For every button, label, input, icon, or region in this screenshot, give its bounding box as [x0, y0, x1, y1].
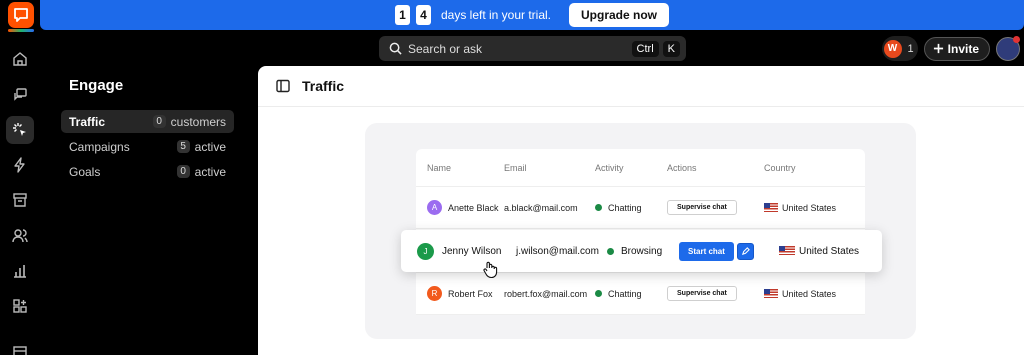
activity-cell: Browsing — [607, 246, 679, 257]
status-dot-icon — [595, 204, 602, 211]
visitor-name-cell: A Anette Black — [416, 200, 504, 215]
column-header-actions: Actions — [667, 162, 697, 173]
trial-days-digit: 4 — [415, 5, 431, 25]
search-placeholder: Search or ask — [408, 41, 483, 56]
sidebar-item-campaigns[interactable]: Campaigns 5 active — [61, 135, 234, 158]
page-title: Traffic — [302, 78, 345, 94]
visitor-name: Robert Fox — [448, 288, 493, 299]
visitor-name: Anette Black — [448, 202, 499, 213]
app-window: 1 4 days left in your trial. Upgrade now… — [0, 0, 1024, 355]
sidebar-item-goals[interactable]: Goals 0 active — [61, 160, 234, 183]
actions-cell: Supervise chat — [667, 286, 764, 301]
plus-icon — [933, 43, 943, 54]
country-name: United States — [799, 245, 860, 257]
country-cell: United States — [779, 246, 882, 257]
country-cell: United States — [764, 289, 865, 299]
activity-status: Browsing — [621, 245, 663, 257]
visitor-email: a.black@mail.com — [504, 202, 578, 213]
sidebar-item-suffix: active — [194, 139, 226, 154]
invite-button[interactable]: Invite — [923, 36, 990, 61]
upgrade-button[interactable]: Upgrade now — [569, 3, 670, 27]
visitor-name: Jenny Wilson — [442, 245, 502, 257]
shortcut-key-k: K — [662, 40, 680, 57]
panel-header: Traffic — [258, 66, 1024, 107]
archives-icon[interactable] — [6, 186, 34, 214]
table-row-highlighted[interactable]: J Jenny Wilson j.wilson@mail.com Browsin… — [401, 230, 882, 272]
search-icon — [389, 42, 402, 55]
sidebar-item-count: 5 — [176, 140, 190, 153]
shortcut-key-ctrl: Ctrl — [631, 40, 659, 57]
column-header-name: Name — [427, 162, 452, 173]
column-header-country: Country — [764, 162, 796, 173]
sidebar-item-suffix: active — [194, 164, 226, 179]
activity-cell: Chatting — [595, 289, 667, 299]
sidebar-item-label: Campaigns — [69, 139, 130, 154]
apps-icon[interactable] — [6, 292, 34, 320]
chats-icon[interactable] — [6, 81, 34, 109]
top-right-controls: W 1 Invite — [881, 35, 1020, 61]
notification-dot — [1013, 35, 1020, 43]
status-dot-icon — [607, 247, 614, 255]
avatar: R — [427, 286, 442, 301]
column-header-email: Email — [504, 162, 527, 173]
sidebar-item-suffix: customers — [170, 114, 226, 129]
supervise-chat-button[interactable]: Supervise chat — [667, 200, 737, 215]
logo-stripe — [8, 29, 34, 32]
trial-banner-text: days left in your trial. — [440, 8, 552, 22]
actions-cell: Supervise chat — [667, 200, 764, 215]
sidebar-toggle-icon[interactable] — [276, 79, 290, 93]
hand-cursor-icon — [483, 261, 498, 279]
sidebar-item-traffic[interactable]: Traffic 0 customers — [61, 110, 234, 133]
country-name: United States — [782, 202, 837, 213]
country-name: United States — [782, 288, 837, 299]
home-icon[interactable] — [6, 45, 34, 73]
sidebar-item-count: 0 — [176, 165, 190, 178]
country-cell: United States — [764, 203, 865, 213]
activity-status: Chatting — [608, 288, 642, 299]
edit-icon[interactable] — [736, 242, 754, 260]
search-input[interactable]: Search or ask Ctrl K — [379, 36, 686, 61]
table-header: Name Email Activity Actions Country — [416, 149, 865, 187]
us-flag-icon — [779, 246, 795, 256]
workspace-badge: W — [883, 39, 902, 58]
avatar: J — [417, 242, 434, 260]
us-flag-icon — [764, 203, 778, 212]
visitor-name-cell: R Robert Fox — [416, 286, 504, 301]
automate-icon[interactable] — [6, 151, 34, 179]
trial-banner: 1 4 days left in your trial. Upgrade now — [40, 0, 1024, 30]
visitor-email: robert.fox@mail.com — [504, 288, 588, 299]
start-chat-button[interactable]: Start chat — [679, 241, 734, 261]
workspace-count: 1 — [907, 42, 914, 55]
customers-icon[interactable] — [6, 222, 34, 250]
actions-cell: Start chat — [679, 241, 779, 261]
visitor-name-cell: J Jenny Wilson — [401, 242, 516, 260]
sidebar-title: Engage — [69, 77, 124, 94]
activity-status: Chatting — [608, 202, 642, 213]
sidebar-item-label: Traffic — [69, 114, 106, 129]
avatar: A — [427, 200, 442, 215]
engage-icon[interactable] — [6, 116, 34, 144]
table-row[interactable]: R Robert Fox robert.fox@mail.com Chattin… — [416, 273, 865, 315]
visitor-email: j.wilson@mail.com — [516, 245, 599, 257]
reports-icon[interactable] — [6, 257, 34, 285]
column-header-activity: Activity — [595, 162, 624, 173]
user-avatar[interactable] — [996, 35, 1020, 61]
nav-rail — [0, 0, 40, 355]
sidebar-item-label: Goals — [69, 164, 101, 179]
billing-icon[interactable] — [6, 338, 34, 355]
activity-cell: Chatting — [595, 203, 667, 213]
logo-icon[interactable] — [8, 2, 34, 28]
us-flag-icon — [764, 289, 778, 298]
main-panel: Traffic Name Email Activity Actions Coun… — [258, 66, 1024, 355]
workspace-switcher[interactable]: W 1 — [881, 36, 918, 61]
trial-days-digit: 1 — [394, 5, 410, 25]
table-row[interactable]: A Anette Black a.black@mail.com Chatting… — [416, 187, 865, 229]
status-dot-icon — [595, 290, 602, 297]
invite-label: Invite — [947, 41, 979, 56]
sidebar-item-count: 0 — [152, 115, 166, 128]
supervise-chat-button[interactable]: Supervise chat — [667, 286, 737, 301]
